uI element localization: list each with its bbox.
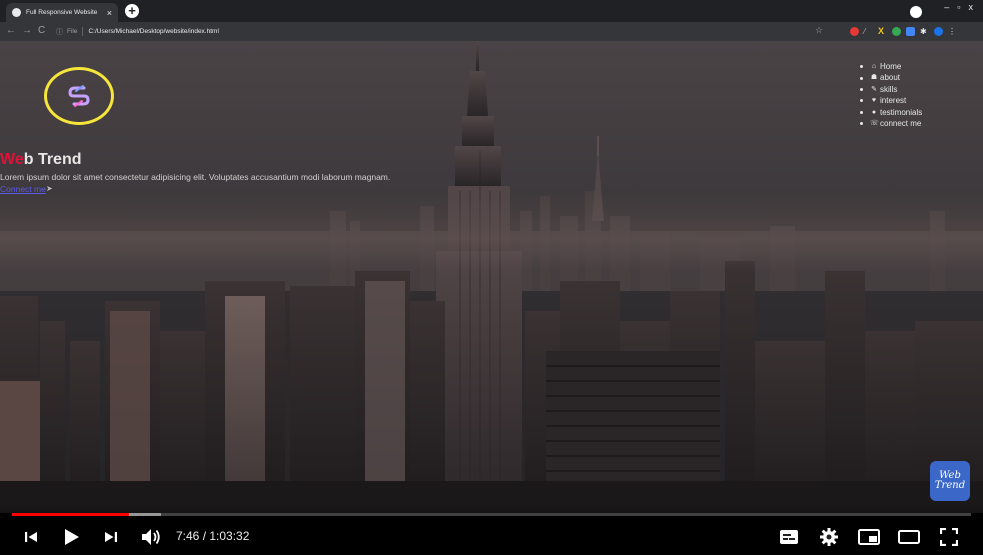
- profile-avatar-icon[interactable]: [934, 27, 943, 36]
- extensions-puzzle-icon[interactable]: ✱: [920, 27, 929, 36]
- globe-icon: [12, 8, 21, 17]
- theater-mode-icon: [898, 530, 920, 544]
- hero-paragraph: Lorem ipsum dolor sit amet consectetur a…: [0, 172, 391, 182]
- nav-label: testimonials: [880, 107, 923, 117]
- subtitles-button[interactable]: [778, 526, 800, 548]
- maximize-icon[interactable]: ▫: [957, 2, 960, 12]
- sky-haze: [0, 191, 983, 271]
- bullet: [860, 122, 863, 126]
- window-controls: – ▫ x: [944, 2, 973, 12]
- new-tab-icon[interactable]: +: [125, 4, 139, 18]
- nav-label: interest: [880, 96, 907, 106]
- video-frame[interactable]: Full Responsive Website × + – ▫ x ← → C …: [0, 0, 983, 555]
- extension-icons: ⁄ X ✱ ⋮: [850, 27, 957, 36]
- next-button[interactable]: [100, 526, 122, 548]
- connect-me-link[interactable]: Connect me: [0, 184, 46, 194]
- fullscreen-icon: [940, 528, 958, 546]
- miniplayer-button[interactable]: [858, 526, 880, 548]
- close-window-icon[interactable]: x: [969, 2, 974, 12]
- minimize-icon[interactable]: –: [944, 2, 949, 12]
- extension-blue-icon[interactable]: [906, 27, 915, 36]
- bullet: [860, 110, 863, 114]
- player-controls: 7:46 / 1:03:32: [0, 505, 983, 555]
- menu-dots-icon[interactable]: ⋮: [948, 27, 957, 36]
- hero-title: Web Trend: [0, 151, 82, 169]
- bullet: [860, 76, 863, 80]
- extension-green-icon[interactable]: [892, 27, 901, 36]
- website-hero: Web Trend Lorem ipsum dolor sit amet con…: [0, 41, 983, 513]
- nav-label: about: [880, 73, 901, 83]
- play-icon: [65, 529, 79, 545]
- channel-watermark[interactable]: Web Trend: [930, 461, 970, 501]
- comment-icon: ●: [871, 108, 877, 116]
- nav-item-interest[interactable]: ♥ interest: [860, 95, 922, 106]
- settings-button[interactable]: [818, 526, 840, 548]
- home-icon: ⌂: [871, 63, 877, 70]
- bullet: [860, 99, 863, 103]
- nav-item-home[interactable]: ⌂ Home: [860, 61, 922, 72]
- nav-label: connect me: [880, 119, 922, 129]
- user-edit-icon: ☗: [870, 74, 878, 82]
- url-field[interactable]: ⓘ File C:/Users/Michael/Desktop/website/…: [56, 25, 826, 38]
- volume-icon: [142, 529, 160, 545]
- nav-item-connect[interactable]: ☏ connect me: [860, 118, 922, 129]
- nav-item-testimonials[interactable]: ● testimonials: [860, 107, 922, 118]
- browser-address-bar: ← → C ⓘ File C:/Users/Michael/Desktop/we…: [0, 22, 983, 41]
- wrench-icon: ✎: [871, 85, 877, 93]
- time-display: 7:46 / 1:03:32: [176, 529, 250, 543]
- browser-tab[interactable]: Full Responsive Website ×: [6, 3, 118, 22]
- tab-title: Full Responsive Website: [26, 9, 98, 16]
- bullet: [860, 88, 863, 92]
- skip-previous-icon: [25, 532, 37, 542]
- progress-bar[interactable]: [12, 513, 971, 516]
- site-nav: ⌂ Home ☗ about ✎ skills ♥ interest ● testimon…: [860, 61, 922, 129]
- phone-icon: ☏: [870, 120, 879, 128]
- url-text: C:/Users/Michael/Desktop/website/index.h…: [88, 28, 219, 35]
- profile-icon[interactable]: [908, 4, 924, 20]
- logo-icon: [68, 85, 90, 107]
- hero-title-accent: We: [0, 151, 24, 168]
- fullscreen-button[interactable]: [938, 526, 960, 548]
- bookmark-star-icon[interactable]: ☆: [815, 25, 823, 36]
- hero-title-rest: b Trend: [23, 151, 82, 168]
- watermark-line2: Trend: [934, 480, 966, 491]
- extension-x-icon[interactable]: X: [878, 27, 887, 36]
- nav-label: skills: [880, 84, 898, 94]
- site-logo-highlight[interactable]: [44, 67, 114, 125]
- forward-arrow-icon[interactable]: →: [22, 25, 32, 36]
- play-button[interactable]: [60, 526, 82, 548]
- theater-mode-button[interactable]: [898, 526, 920, 548]
- miniplayer-icon: [858, 529, 880, 545]
- extension-record-icon[interactable]: [850, 27, 859, 36]
- nav-item-skills[interactable]: ✎ skills: [860, 84, 922, 95]
- url-scheme: File: [67, 28, 78, 35]
- nav-item-about[interactable]: ☗ about: [860, 72, 922, 83]
- heart-icon: ♥: [871, 97, 877, 105]
- browser-tab-bar: Full Responsive Website × + – ▫ x: [0, 0, 983, 22]
- played-bar: [12, 513, 129, 516]
- skip-next-icon: [105, 532, 117, 542]
- info-icon: ⓘ: [56, 28, 63, 36]
- volume-button[interactable]: [140, 526, 162, 548]
- bullet: [860, 65, 863, 69]
- link-arrow-icon: ➤: [46, 184, 53, 193]
- back-arrow-icon[interactable]: ←: [6, 25, 16, 36]
- previous-button[interactable]: [20, 526, 42, 548]
- gear-icon: [820, 528, 838, 546]
- close-tab-icon[interactable]: ×: [107, 8, 112, 18]
- subtitles-icon: [780, 530, 798, 544]
- url-separator: [82, 27, 84, 36]
- city-skyline-background: [0, 41, 983, 513]
- extension-pen-icon[interactable]: ⁄: [864, 27, 873, 36]
- reload-icon[interactable]: C: [38, 25, 45, 36]
- nav-label: Home: [880, 62, 902, 71]
